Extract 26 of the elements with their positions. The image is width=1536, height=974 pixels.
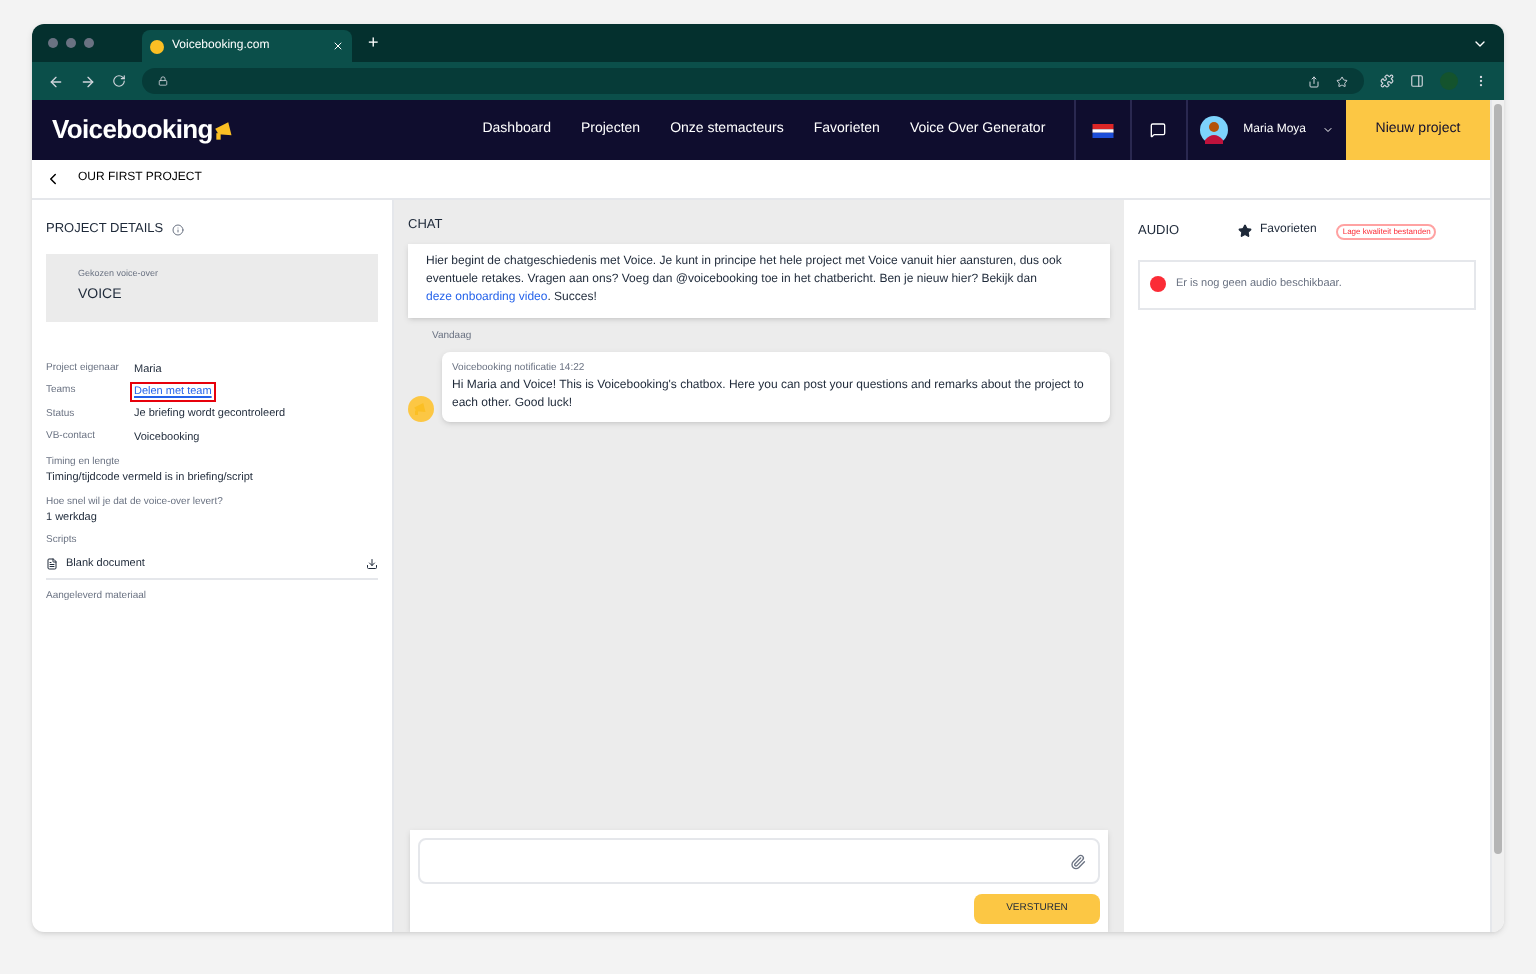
message-input[interactable] (418, 838, 1100, 884)
close-icon[interactable] (332, 40, 344, 52)
share-icon[interactable] (1308, 75, 1320, 87)
attachment-icon[interactable] (1070, 853, 1086, 869)
logo[interactable]: Voicebooking (52, 110, 213, 150)
avatar (1199, 116, 1228, 144)
reload-icon[interactable] (112, 74, 126, 88)
info-icon[interactable] (171, 223, 184, 236)
menu-icon[interactable] (1474, 74, 1488, 88)
back-icon[interactable] (48, 73, 64, 89)
star-icon (1238, 224, 1252, 239)
alert-icon (1150, 276, 1166, 293)
download-icon[interactable] (366, 557, 378, 570)
lock-icon (158, 76, 168, 86)
bot-avatar-icon (408, 396, 434, 423)
favicon-icon (150, 39, 164, 53)
extensions-icon[interactable] (1380, 74, 1394, 88)
side-panel-icon[interactable] (1410, 74, 1424, 88)
back-icon[interactable] (44, 170, 62, 188)
chat-icon[interactable] (1150, 122, 1167, 138)
document-icon (46, 557, 58, 570)
caret-icon (1322, 124, 1334, 136)
new-tab-button[interactable]: + (368, 29, 379, 57)
forward-icon[interactable] (80, 73, 96, 89)
dutch-flag-icon[interactable] (1091, 123, 1114, 137)
star-icon[interactable] (1336, 75, 1348, 87)
